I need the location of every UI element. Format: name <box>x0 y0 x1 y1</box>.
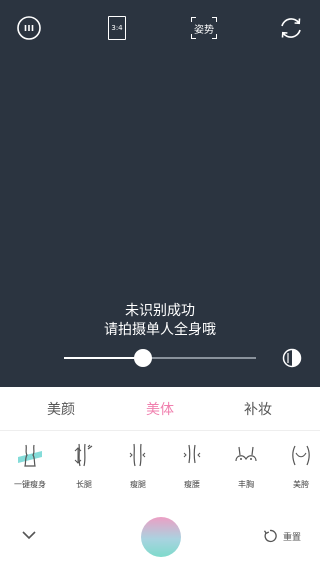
shutter-button[interactable] <box>141 517 181 557</box>
aspect-ratio-label: 3:4 <box>111 24 123 32</box>
reset-button[interactable]: 重置 <box>263 528 301 544</box>
feature-list: 一键瘦身 长腿 瘦腿 瘦腰 丰胸 美胯 <box>0 439 320 499</box>
feature-label: 瘦腰 <box>184 480 200 489</box>
switch-camera-icon <box>281 18 301 38</box>
switch-camera-button[interactable] <box>277 14 305 42</box>
tab-makeup[interactable]: 补妆 <box>228 399 288 419</box>
slim-waist-icon <box>183 444 201 464</box>
bust-icon <box>235 446 257 462</box>
menu-button[interactable] <box>15 14 43 42</box>
contrast-button[interactable] <box>282 348 302 368</box>
tab-beauty[interactable]: 美颜 <box>31 399 91 419</box>
feature-long-legs[interactable]: 长腿 <box>58 439 110 490</box>
feature-bust[interactable]: 丰胸 <box>220 439 272 490</box>
chevron-down-icon <box>22 531 36 540</box>
feature-label: 瘦腿 <box>130 480 146 489</box>
intensity-slider[interactable] <box>64 349 256 367</box>
detection-status-message: 未识别成功 <box>125 303 195 319</box>
slider-thumb[interactable] <box>133 349 152 367</box>
feature-slim-legs[interactable]: 瘦腿 <box>112 439 164 490</box>
slim-legs-icon <box>129 443 146 467</box>
detection-hint-message: 请拍摄单人全身哦 <box>104 322 216 338</box>
menu-icon <box>17 16 41 40</box>
feature-slim-waist[interactable]: 瘦腰 <box>166 439 218 490</box>
slider-fill <box>64 357 143 359</box>
aspect-ratio-button[interactable]: 3:4 <box>103 14 131 42</box>
pose-label: 姿势 <box>194 24 214 36</box>
hips-icon <box>292 445 310 466</box>
pose-button[interactable]: 姿势 <box>190 14 218 42</box>
feature-hips[interactable]: 美胯 <box>275 439 320 490</box>
aspect-ratio-icon: 3:4 <box>108 16 126 40</box>
pose-icon: 姿势 <box>191 17 217 39</box>
camera-top-bar: 3:4 姿势 <box>0 0 320 56</box>
camera-viewfinder: 3:4 姿势 未识别成功 请拍摄单人全身哦 <box>0 0 320 387</box>
collapse-panel-button[interactable] <box>20 526 38 544</box>
contrast-icon <box>282 348 302 368</box>
feature-label: 美胯 <box>293 480 309 489</box>
long-legs-icon <box>74 443 93 467</box>
feature-one-click-slim[interactable]: 一键瘦身 <box>4 439 56 490</box>
body-slim-icon <box>18 444 42 467</box>
beauty-panel: 美颜 美体 补妆 一键瘦身 长腿 瘦腿 瘦腰 丰胸 美胯 重置 <box>0 387 320 568</box>
feature-label: 丰胸 <box>238 480 254 489</box>
feature-label: 长腿 <box>76 480 92 489</box>
reset-icon <box>263 529 277 543</box>
reset-label: 重置 <box>283 532 302 543</box>
category-tabs: 美颜 美体 补妆 <box>0 387 320 431</box>
tab-body[interactable]: 美体 <box>130 399 190 419</box>
feature-label: 一键瘦身 <box>14 480 46 489</box>
